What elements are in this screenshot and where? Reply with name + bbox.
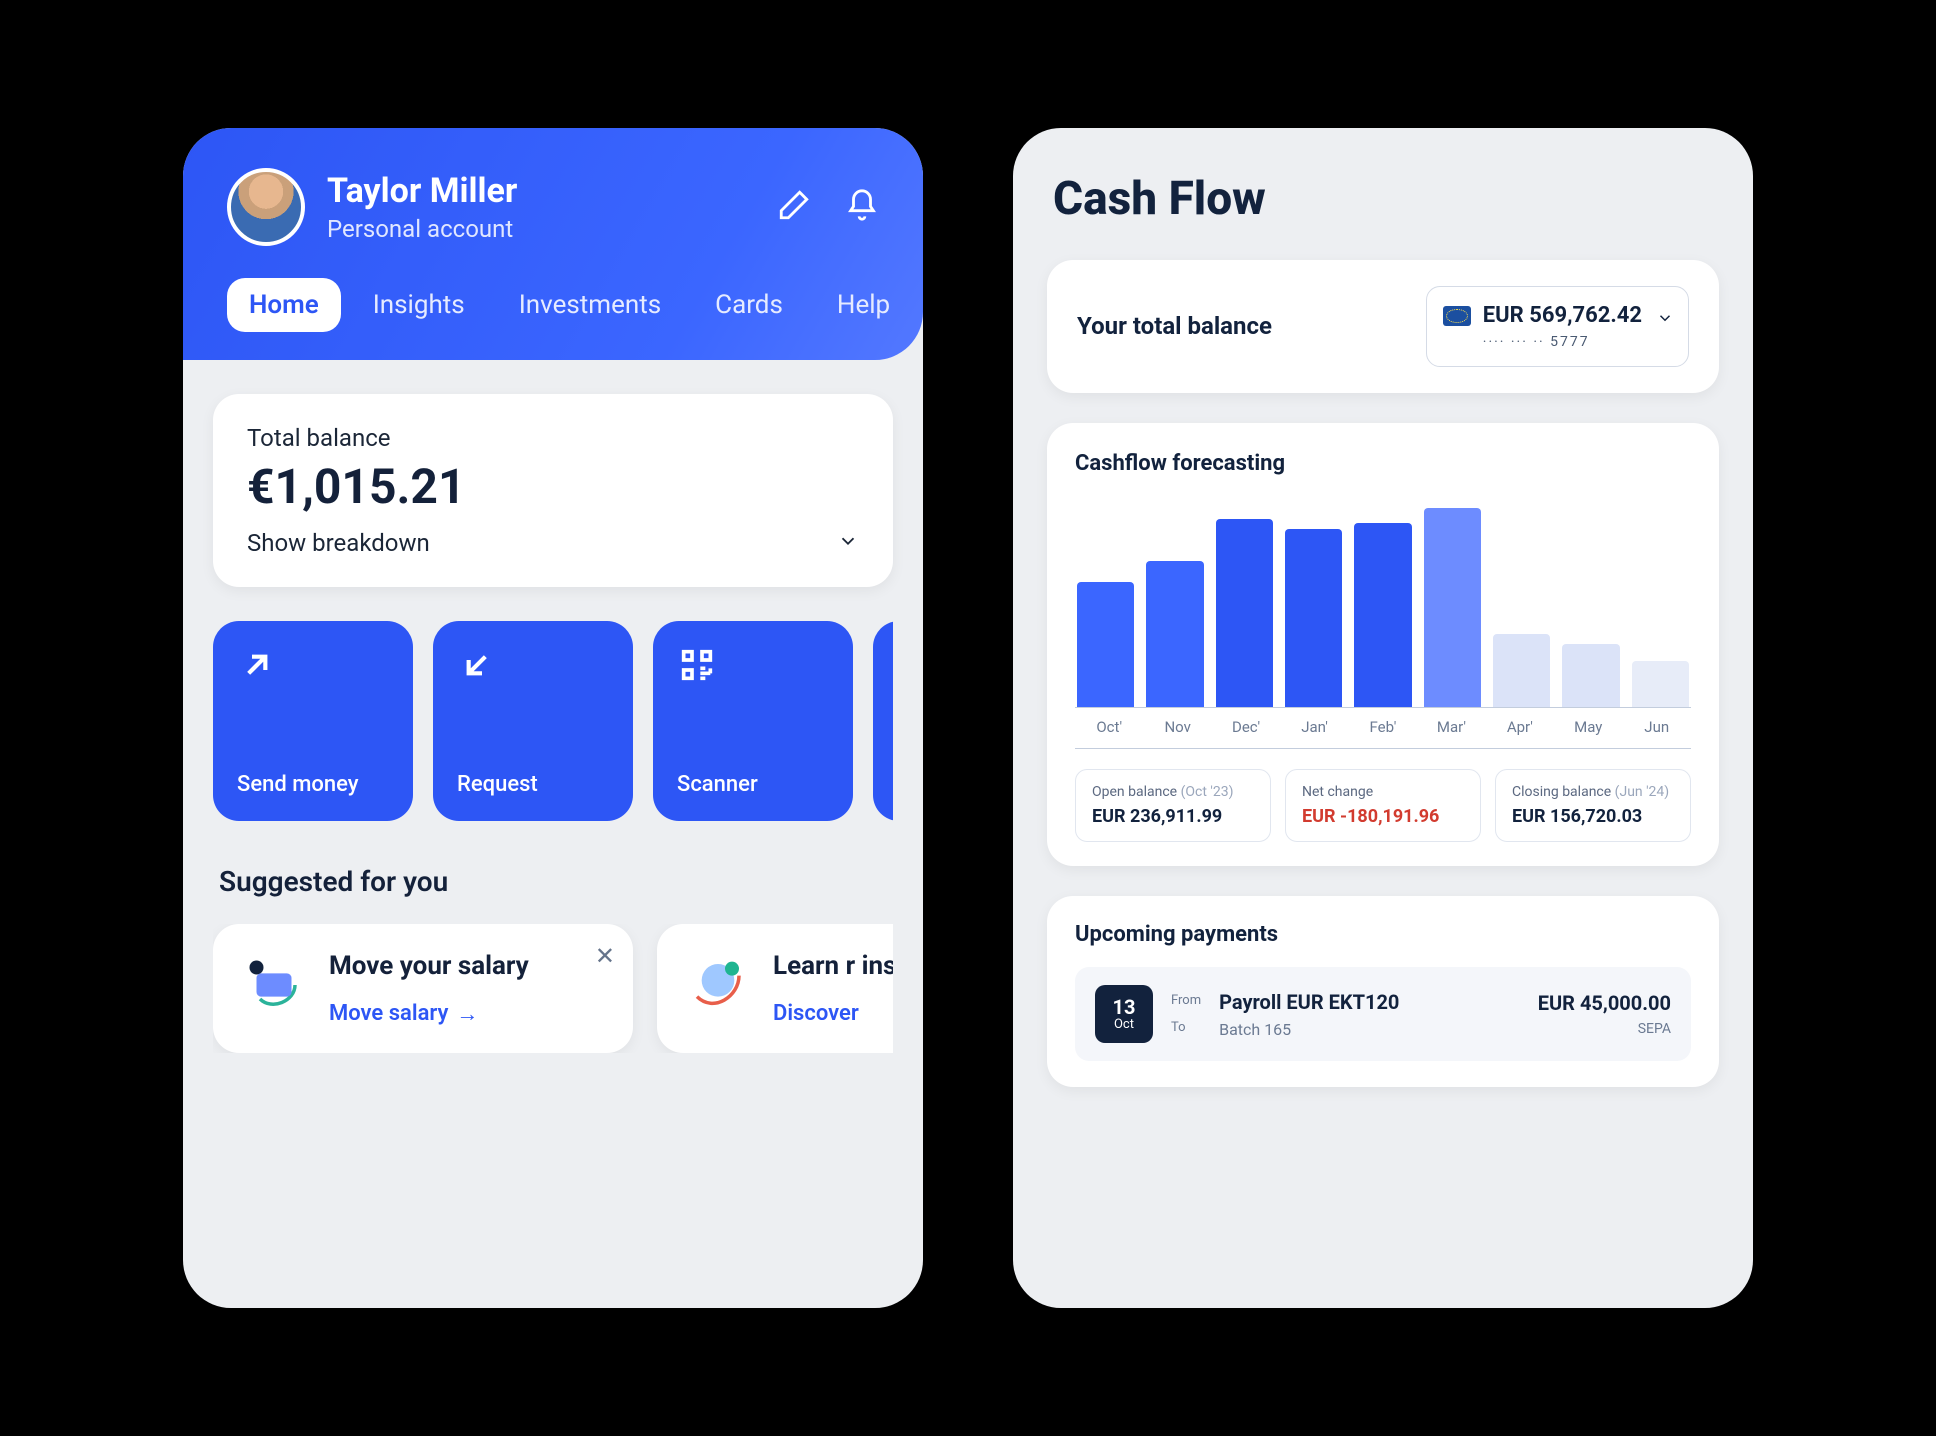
axis-label: Oct' bbox=[1075, 718, 1143, 736]
closing-balance-box: Closing balance (Jun '24) EUR 156,720.03 bbox=[1495, 769, 1691, 842]
chart-bar bbox=[1285, 529, 1342, 707]
edit-icon[interactable] bbox=[777, 188, 811, 226]
balance-card: Total balance €1,015.21 Show breakdown bbox=[213, 394, 893, 587]
axis-label: Nov bbox=[1143, 718, 1211, 736]
chart-title: Cashflow forecasting bbox=[1075, 451, 1691, 476]
total-balance-card: Your total balance EUR 569,762.42 ···· ·… bbox=[1047, 260, 1719, 393]
metric-period: (Jun '24) bbox=[1615, 784, 1670, 800]
metric-period: (Oct '23) bbox=[1181, 784, 1234, 800]
payment-amount: EUR 45,000.00 bbox=[1538, 991, 1671, 1015]
axis-label: May bbox=[1554, 718, 1622, 736]
open-balance-box: Open balance (Oct '23) EUR 236,911.99 bbox=[1075, 769, 1271, 842]
balance-label: Total balance bbox=[247, 424, 859, 452]
lightbulb-icon bbox=[683, 950, 753, 1020]
personal-banking-app: Taylor Miller Personal account Home Insi… bbox=[183, 128, 923, 1308]
net-change-box: Net change EUR -180,191.96 bbox=[1285, 769, 1481, 842]
eu-flag-icon bbox=[1443, 306, 1471, 326]
metric-label: Net change bbox=[1302, 784, 1373, 800]
axis-label: Jan' bbox=[1280, 718, 1348, 736]
payment-row[interactable]: 13 Oct From To Payroll EUR EKT120 Batch … bbox=[1075, 967, 1691, 1061]
metric-label: Open balance bbox=[1092, 784, 1177, 800]
tab-home[interactable]: Home bbox=[227, 278, 341, 332]
metric-value: EUR -180,191.96 bbox=[1302, 806, 1464, 827]
forecast-card: Cashflow forecasting Oct'NovDec'Jan'Feb'… bbox=[1047, 423, 1719, 866]
chevron-down-icon bbox=[1656, 309, 1674, 331]
axis-label: Jun bbox=[1623, 718, 1691, 736]
balance-label: Your total balance bbox=[1077, 311, 1272, 342]
quick-actions: Send money Request Scanner A bbox=[213, 621, 893, 821]
qr-icon bbox=[677, 645, 717, 685]
payment-type: SEPA bbox=[1538, 1021, 1671, 1037]
upcoming-title: Upcoming payments bbox=[1075, 922, 1691, 947]
suggested-title: Suggested for you bbox=[219, 865, 893, 898]
tab-cards[interactable]: Cards bbox=[693, 278, 805, 332]
axis-label: Feb' bbox=[1349, 718, 1417, 736]
currency-selector[interactable]: EUR 569,762.42 ···· ··· ·· 5777 bbox=[1426, 286, 1689, 367]
page-title: Cash Flow bbox=[1053, 172, 1719, 226]
account-type: Personal account bbox=[327, 215, 777, 243]
request-button[interactable]: Request bbox=[433, 621, 633, 821]
axis-label: Mar' bbox=[1417, 718, 1485, 736]
chart-bar bbox=[1632, 661, 1689, 707]
suggestion-title: Move your salary bbox=[329, 950, 529, 983]
action-label: Scanner bbox=[677, 772, 829, 797]
payment-batch: Batch 165 bbox=[1219, 1020, 1520, 1039]
send-money-button[interactable]: Send money bbox=[213, 621, 413, 821]
tab-help[interactable]: Help bbox=[815, 278, 912, 332]
upcoming-payments-card: Upcoming payments 13 Oct From To Payroll… bbox=[1047, 896, 1719, 1087]
suggestion-cta[interactable]: Discover bbox=[773, 1001, 893, 1026]
suggestion-card[interactable]: Learn r insight Discover bbox=[657, 924, 893, 1053]
suggested-section: Suggested for you ✕ Move your salary Mov… bbox=[213, 865, 893, 1053]
metric-label: Closing balance bbox=[1512, 784, 1611, 800]
suggestion-cta[interactable]: Move salary → bbox=[329, 1001, 529, 1027]
from-to-labels: From To bbox=[1171, 993, 1201, 1035]
scanner-button[interactable]: Scanner bbox=[653, 621, 853, 821]
avatar[interactable] bbox=[227, 168, 305, 246]
arrow-down-left-icon bbox=[457, 645, 497, 685]
chart-bar bbox=[1562, 644, 1619, 707]
chart-bar bbox=[1354, 523, 1411, 707]
close-icon[interactable]: ✕ bbox=[595, 942, 615, 970]
app-header: Taylor Miller Personal account Home Insi… bbox=[183, 128, 923, 360]
cashflow-bar-chart bbox=[1075, 498, 1691, 708]
arrow-right-icon: → bbox=[456, 1001, 478, 1027]
cashflow-app: Cash Flow Your total balance EUR 569,762… bbox=[1013, 128, 1753, 1308]
tab-insights[interactable]: Insights bbox=[351, 278, 487, 332]
metric-value: EUR 156,720.03 bbox=[1512, 806, 1674, 827]
payment-name: Payroll EUR EKT120 bbox=[1219, 990, 1520, 1014]
arrow-up-right-icon bbox=[237, 645, 277, 685]
balance-amount: EUR 569,762.42 bbox=[1483, 303, 1642, 328]
bell-icon[interactable] bbox=[845, 188, 879, 226]
chart-bar bbox=[1077, 582, 1134, 707]
action-label: Send money bbox=[237, 772, 389, 797]
date-chip: 13 Oct bbox=[1095, 985, 1153, 1043]
user-name: Taylor Miller bbox=[327, 171, 777, 211]
suggestion-card[interactable]: ✕ Move your salary Move salary → bbox=[213, 924, 633, 1053]
chart-x-axis: Oct'NovDec'Jan'Feb'Mar'Apr'MayJun bbox=[1075, 718, 1691, 749]
metric-value: EUR 236,911.99 bbox=[1092, 806, 1254, 827]
axis-label: Apr' bbox=[1486, 718, 1554, 736]
balance-value: €1,015.21 bbox=[247, 458, 859, 515]
nav-tabs: Home Insights Investments Cards Help bbox=[227, 278, 879, 332]
salary-icon bbox=[239, 950, 309, 1020]
breakdown-link[interactable]: Show breakdown bbox=[247, 529, 430, 557]
axis-label: Dec' bbox=[1212, 718, 1280, 736]
chart-bar bbox=[1424, 508, 1481, 707]
chart-bar bbox=[1146, 561, 1203, 707]
suggestion-title: Learn r insight bbox=[773, 950, 893, 983]
account-mask: ···· ··· ·· 5777 bbox=[1483, 334, 1642, 350]
tab-investments[interactable]: Investments bbox=[497, 278, 683, 332]
chart-bar bbox=[1216, 519, 1273, 707]
action-more-button[interactable]: A bbox=[873, 621, 893, 821]
chart-bar bbox=[1493, 634, 1550, 707]
action-label: Request bbox=[457, 772, 609, 797]
chevron-down-icon[interactable] bbox=[837, 530, 859, 556]
